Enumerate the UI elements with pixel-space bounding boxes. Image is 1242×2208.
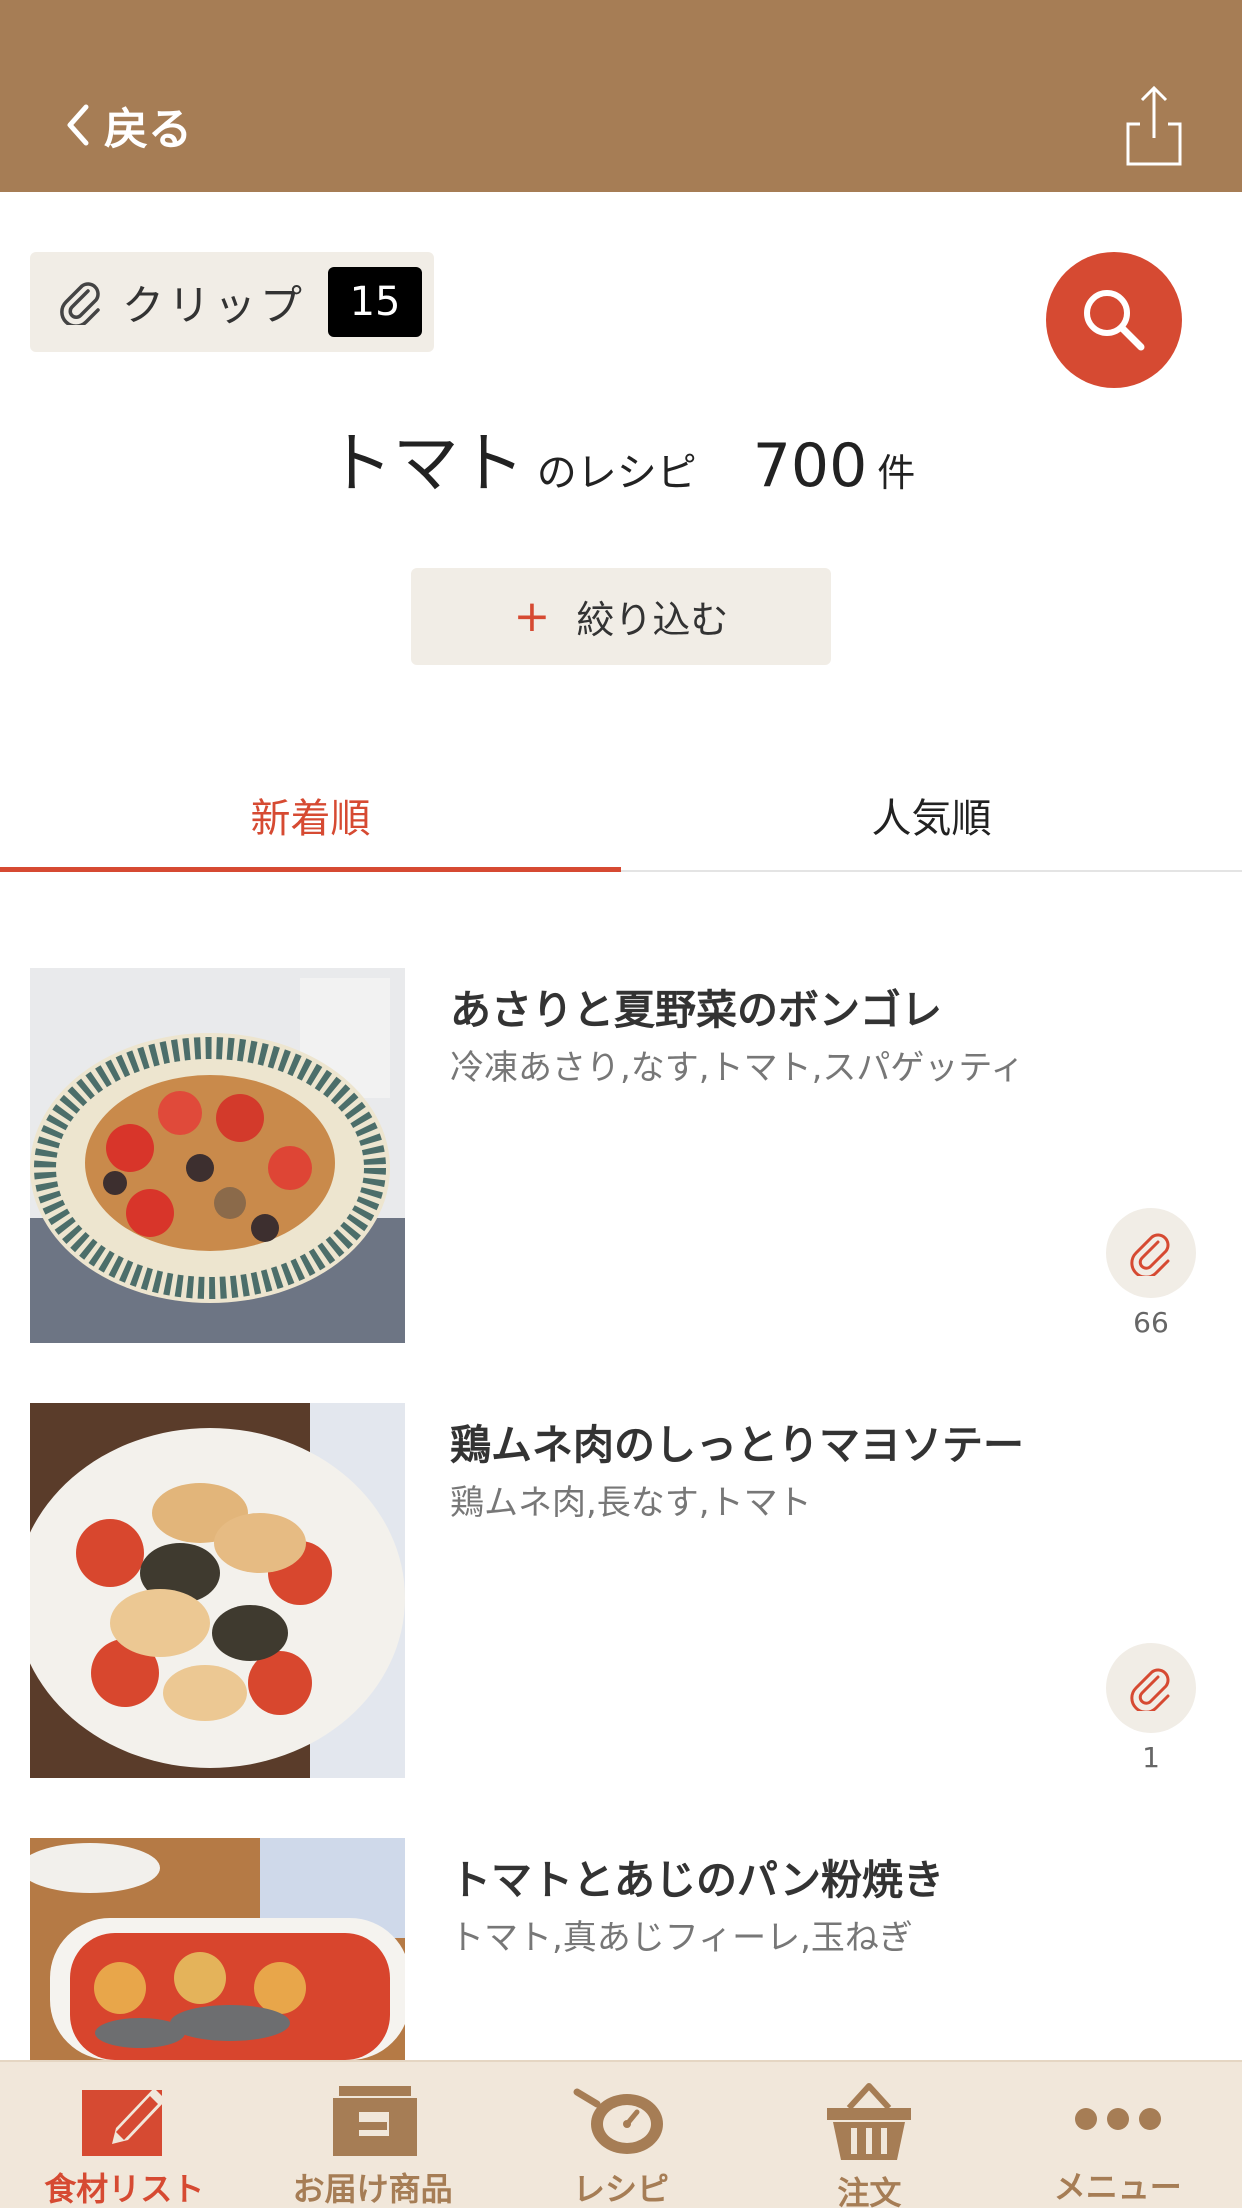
bottom-tab-bar: 食材リスト お届け商品 レシピ 注文 メニュー [0,2060,1242,2208]
recipe-suffix: のレシピ [536,450,697,496]
recipe-photo [30,968,405,1343]
recipe-pot-icon [573,2088,663,2154]
tabbar-item-menu[interactable]: メニュー [994,2062,1242,2208]
search-icon [1084,290,1145,351]
recipe-photo [30,1838,405,2060]
recipe-title: トマトとあじのパン粉焼き [450,1856,945,1904]
recipe-ingredients: 鶏ムネ肉,長なす,トマト [450,1483,812,1523]
recipe-title: あさりと夏野菜のボンゴレ [450,986,942,1034]
back-label: 戻る [104,104,192,155]
tabbar-label: メニュー [1053,2168,1182,2206]
tab-newest[interactable]: 新着順 [0,760,621,872]
tab-popular[interactable]: 人気順 [621,760,1242,870]
recipe-title: 鶏ムネ肉のしっとりマヨソテー [450,1421,1024,1469]
recipe-item[interactable]: あさりと夏野菜のボンゴレ 冷凍あさり,なす,トマト,スパゲッティ 66 [0,968,1242,1344]
clip-button[interactable]: クリップ 15 [30,252,434,352]
filter-button[interactable]: + 絞り込む [411,568,831,665]
share-icon[interactable] [1122,84,1186,168]
delivery-box-icon [332,2086,417,2156]
recipe-item[interactable]: 鶏ムネ肉のしっとりマヨソテー 鶏ムネ肉,長なす,トマト 1 [0,1403,1242,1779]
pencil-list-icon [82,2088,167,2156]
plus-icon: + [513,591,551,642]
search-keyword: トマト [326,425,525,502]
tabbar-item-order[interactable]: 注文 [745,2062,993,2208]
back-button[interactable]: 戻る [64,90,192,160]
tabbar-label: 食材リスト [44,2170,205,2208]
search-button[interactable] [1046,252,1182,388]
paperclip-icon [1130,1668,1170,1711]
result-heading: トマト のレシピ 700 件 [0,410,1242,506]
recipe-clip-button[interactable] [1106,1643,1196,1733]
tabbar-item-delivery[interactable]: お届け商品 [248,2062,496,2208]
recipe-clip-button[interactable] [1106,1208,1196,1298]
recipe-clip-count: 66 [1133,1306,1169,1339]
clip-count-badge: 15 [328,267,423,337]
result-count: 700 [752,431,868,501]
recipe-ingredients: トマト,真あじフィーレ,玉ねぎ [450,1918,913,1958]
recipe-photo [30,1403,405,1778]
tabbar-label: レシピ [572,2170,669,2208]
recipe-clip-count: 1 [1142,1741,1160,1774]
paperclip-icon [60,282,100,325]
result-unit: 件 [877,451,916,495]
paperclip-icon [1130,1233,1170,1276]
tabbar-item-ingredient-list[interactable]: 食材リスト [0,2062,248,2208]
more-dots-icon [1074,2108,1161,2130]
tabbar-item-recipe[interactable]: レシピ [497,2062,745,2208]
tabbar-label: 注文 [837,2174,902,2208]
filter-label: 絞り込む [576,598,729,642]
navigation-bar: 戻る [0,0,1242,192]
sort-tabs: 新着順 人気順 [0,760,1242,872]
basket-icon [827,2083,912,2160]
clip-label: クリップ [122,280,307,330]
recipe-ingredients: 冷凍あさり,なす,トマト,スパゲッティ [450,1048,1025,1088]
chevron-left-icon [67,104,89,146]
tabbar-label: お届け商品 [292,2170,453,2208]
